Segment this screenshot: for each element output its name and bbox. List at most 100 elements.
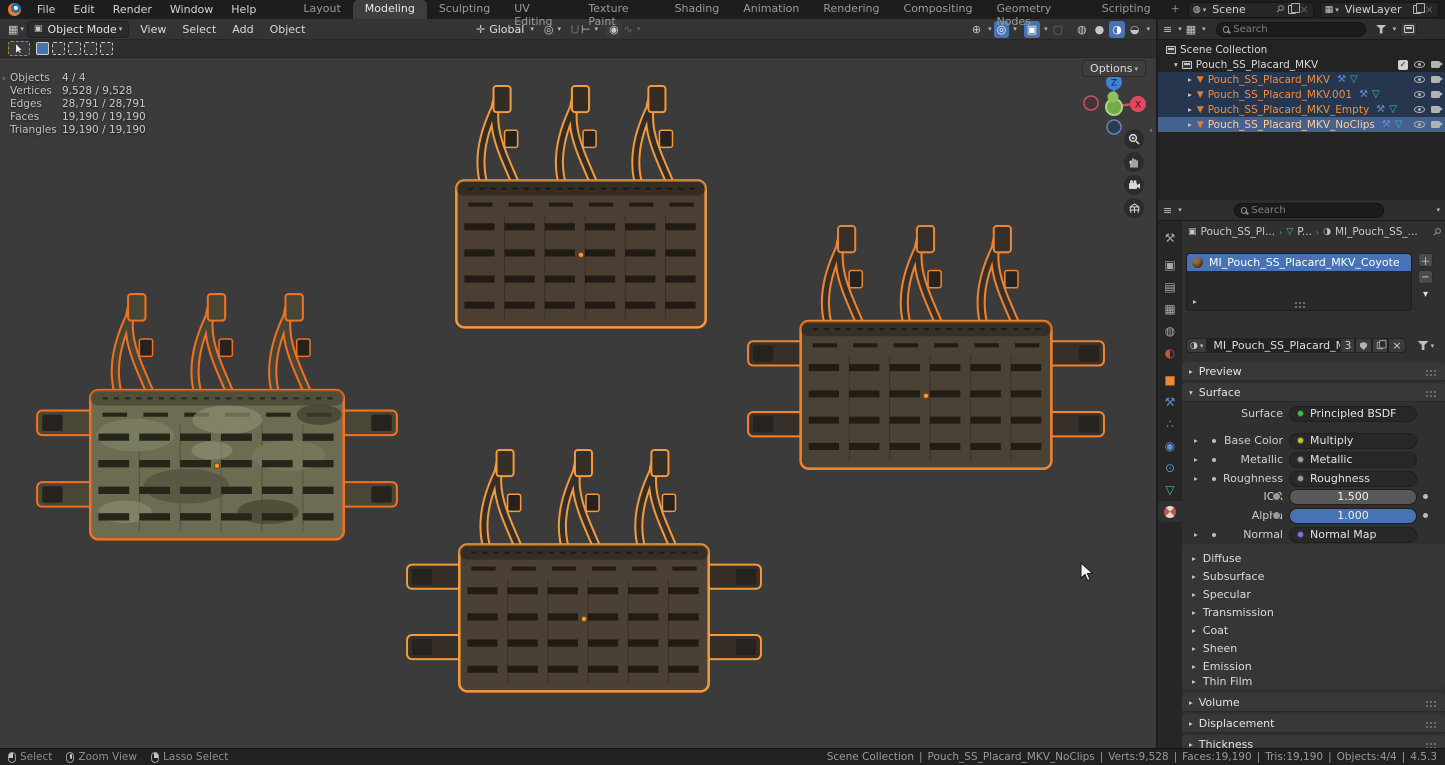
- users-count-button[interactable]: 3: [1340, 338, 1355, 353]
- tab-texture-paint[interactable]: Texture Paint: [576, 0, 662, 19]
- subpanel-subsurface[interactable]: ▸Subsurface: [1192, 570, 1264, 583]
- tab-particles[interactable]: ∴: [1158, 413, 1182, 434]
- zoom-button[interactable]: [1124, 129, 1144, 149]
- menu-help[interactable]: Help: [222, 3, 265, 16]
- search-input[interactable]: [1233, 24, 1358, 35]
- material-name-field[interactable]: MI_Pouch_SS_Placard_MKV_C...: [1207, 338, 1340, 353]
- select-mode-extend[interactable]: [52, 42, 65, 55]
- menu-select[interactable]: Select: [174, 23, 224, 36]
- pin-icon[interactable]: ⚲: [1430, 226, 1443, 239]
- collapse-icon[interactable]: ▾: [1174, 60, 1178, 69]
- select-mode-subtract[interactable]: [68, 42, 81, 55]
- modifier-icon[interactable]: ⚒: [1382, 119, 1391, 130]
- tab-data[interactable]: ▽: [1158, 479, 1182, 500]
- menu-edit[interactable]: Edit: [64, 3, 103, 16]
- mesh-data-icon[interactable]: ▽: [1389, 104, 1397, 115]
- tab-uv-editing[interactable]: UV Editing: [502, 0, 576, 19]
- search-input[interactable]: [1251, 205, 1376, 216]
- shading-solid-icon[interactable]: ●: [1092, 21, 1108, 38]
- editor-type-icon[interactable]: ▦: [8, 23, 18, 36]
- shading-wireframe-icon[interactable]: ◍: [1074, 21, 1090, 38]
- expand-icon[interactable]: ▸: [1188, 75, 1192, 84]
- mode-dropdown[interactable]: ▣ Object Mode ▾: [27, 21, 129, 38]
- object-name[interactable]: Pouch_SS_Placard_MKV_Empty: [1208, 104, 1369, 116]
- shading-rendered-icon[interactable]: ◒: [1127, 21, 1143, 38]
- shader-select[interactable]: Principled BSDF: [1289, 406, 1417, 422]
- expand-icon[interactable]: ▸: [1188, 120, 1192, 129]
- alpha-slider[interactable]: 1.000: [1289, 508, 1417, 524]
- subpanel-thin-film[interactable]: ▸Thin Film: [1192, 675, 1252, 688]
- scene-name[interactable]: Scene: [1206, 3, 1276, 16]
- subpanel-specular[interactable]: ▸Specular: [1192, 588, 1251, 601]
- menu-render[interactable]: Render: [104, 3, 161, 16]
- editor-type-icon[interactable]: ≡: [1163, 23, 1172, 36]
- tab-geometry-nodes[interactable]: Geometry Nodes: [984, 0, 1089, 19]
- scene-selector[interactable]: ◍ ▾ Scene ⚲ ×: [1188, 2, 1314, 18]
- viewport-3d[interactable]: Objects4 / 4 Vertices9,528 / 9,528 Edges…: [0, 58, 1156, 748]
- material-filter-icon[interactable]: ▾: [1418, 338, 1435, 353]
- add-workspace-button[interactable]: +: [1163, 0, 1188, 19]
- tab-scripting[interactable]: Scripting: [1090, 0, 1163, 19]
- tab-object[interactable]: ■: [1158, 369, 1182, 390]
- tab-rendering[interactable]: Rendering: [811, 0, 891, 19]
- ior-slider[interactable]: 1.500: [1289, 489, 1417, 505]
- material-slot-selected[interactable]: MI_Pouch_SS_Placard_MKV_Coyote: [1187, 254, 1411, 271]
- slot-specials-icon[interactable]: ▾: [1418, 287, 1433, 301]
- expand-icon[interactable]: ▸: [1188, 105, 1192, 114]
- model-placard-top[interactable]: [400, 84, 762, 349]
- collection-row[interactable]: ▾ Pouch_SS_Placard_MKV ✓: [1158, 57, 1445, 72]
- remove-slot-button[interactable]: −: [1418, 270, 1433, 284]
- disable-render-icon[interactable]: [1431, 106, 1440, 113]
- filter-icon[interactable]: [1376, 25, 1387, 34]
- menu-view[interactable]: View: [132, 23, 174, 36]
- subpanel-emission[interactable]: ▸Emission: [1192, 660, 1252, 673]
- modifier-icon[interactable]: ⚒: [1376, 104, 1385, 115]
- animate-decorator-icon[interactable]: [1423, 494, 1428, 499]
- modifier-icon[interactable]: ⚒: [1359, 89, 1368, 100]
- outliner-search[interactable]: [1216, 22, 1366, 37]
- tab-constraints[interactable]: ⊙: [1158, 457, 1182, 478]
- disable-render-icon[interactable]: [1431, 121, 1440, 128]
- object-name[interactable]: Pouch_SS_Placard_MKV.001: [1208, 89, 1352, 101]
- list-filter-expand-icon[interactable]: ▸: [1193, 297, 1197, 306]
- panel-preview[interactable]: ▸Preview: [1182, 362, 1445, 381]
- select-mode-intersect[interactable]: [100, 42, 113, 55]
- tab-scene[interactable]: ◍: [1158, 320, 1182, 341]
- hide-viewport-icon[interactable]: [1414, 121, 1425, 128]
- new-scene-icon[interactable]: [1288, 5, 1296, 14]
- tab-tool[interactable]: ⚒: [1158, 227, 1182, 248]
- tab-output[interactable]: ▤: [1158, 276, 1182, 297]
- options-dropdown[interactable]: Options ▾: [1082, 60, 1146, 77]
- outliner-object-row[interactable]: ▸ ▼ Pouch_SS_Placard_MKV ⚒ ▽: [1158, 72, 1445, 87]
- model-placard-right[interactable]: [744, 224, 1108, 491]
- breadcrumb-object[interactable]: Pouch_SS_Pl...: [1201, 226, 1276, 238]
- camera-view-button[interactable]: [1124, 175, 1144, 195]
- tab-modifiers[interactable]: ⚒: [1158, 391, 1182, 412]
- panel-surface[interactable]: ▾Surface: [1182, 383, 1445, 402]
- blender-logo-icon[interactable]: [8, 3, 21, 16]
- snap-toggle-icon[interactable]: [571, 25, 579, 34]
- tab-world[interactable]: ◐: [1158, 342, 1182, 363]
- tab-shading[interactable]: Shading: [663, 0, 732, 19]
- subpanel-coat[interactable]: ▸Coat: [1192, 624, 1228, 637]
- mesh-data-icon[interactable]: ▽: [1395, 119, 1403, 130]
- mesh-data-icon[interactable]: ▽: [1350, 74, 1358, 85]
- select-mode-set[interactable]: [36, 42, 49, 55]
- hide-viewport-icon[interactable]: [1414, 61, 1425, 68]
- active-tool-select-box[interactable]: [8, 41, 30, 56]
- tab-render[interactable]: ▣: [1158, 254, 1182, 275]
- exclude-checkbox[interactable]: ✓: [1398, 60, 1408, 70]
- breadcrumb-mesh[interactable]: P...: [1297, 226, 1312, 238]
- resize-grip-icon[interactable]: [1303, 302, 1305, 304]
- tab-sculpting[interactable]: Sculpting: [427, 0, 502, 19]
- metallic-input[interactable]: Metallic: [1289, 452, 1417, 468]
- model-placard-left-camo[interactable]: [33, 292, 401, 562]
- disable-render-icon[interactable]: [1431, 91, 1440, 98]
- new-view-layer-icon[interactable]: [1413, 5, 1421, 14]
- outliner-object-row[interactable]: ▸ ▼ Pouch_SS_Placard_MKV.001 ⚒ ▽: [1158, 87, 1445, 102]
- object-name[interactable]: Pouch_SS_Placard_MKV_NoClips: [1208, 119, 1375, 131]
- tab-view-layer[interactable]: ▦: [1158, 298, 1182, 319]
- view-layer-selector[interactable]: ▦ ▾ ViewLayer ×: [1320, 2, 1439, 18]
- new-collection-button[interactable]: [1400, 22, 1417, 37]
- modifier-icon[interactable]: ⚒: [1337, 74, 1346, 85]
